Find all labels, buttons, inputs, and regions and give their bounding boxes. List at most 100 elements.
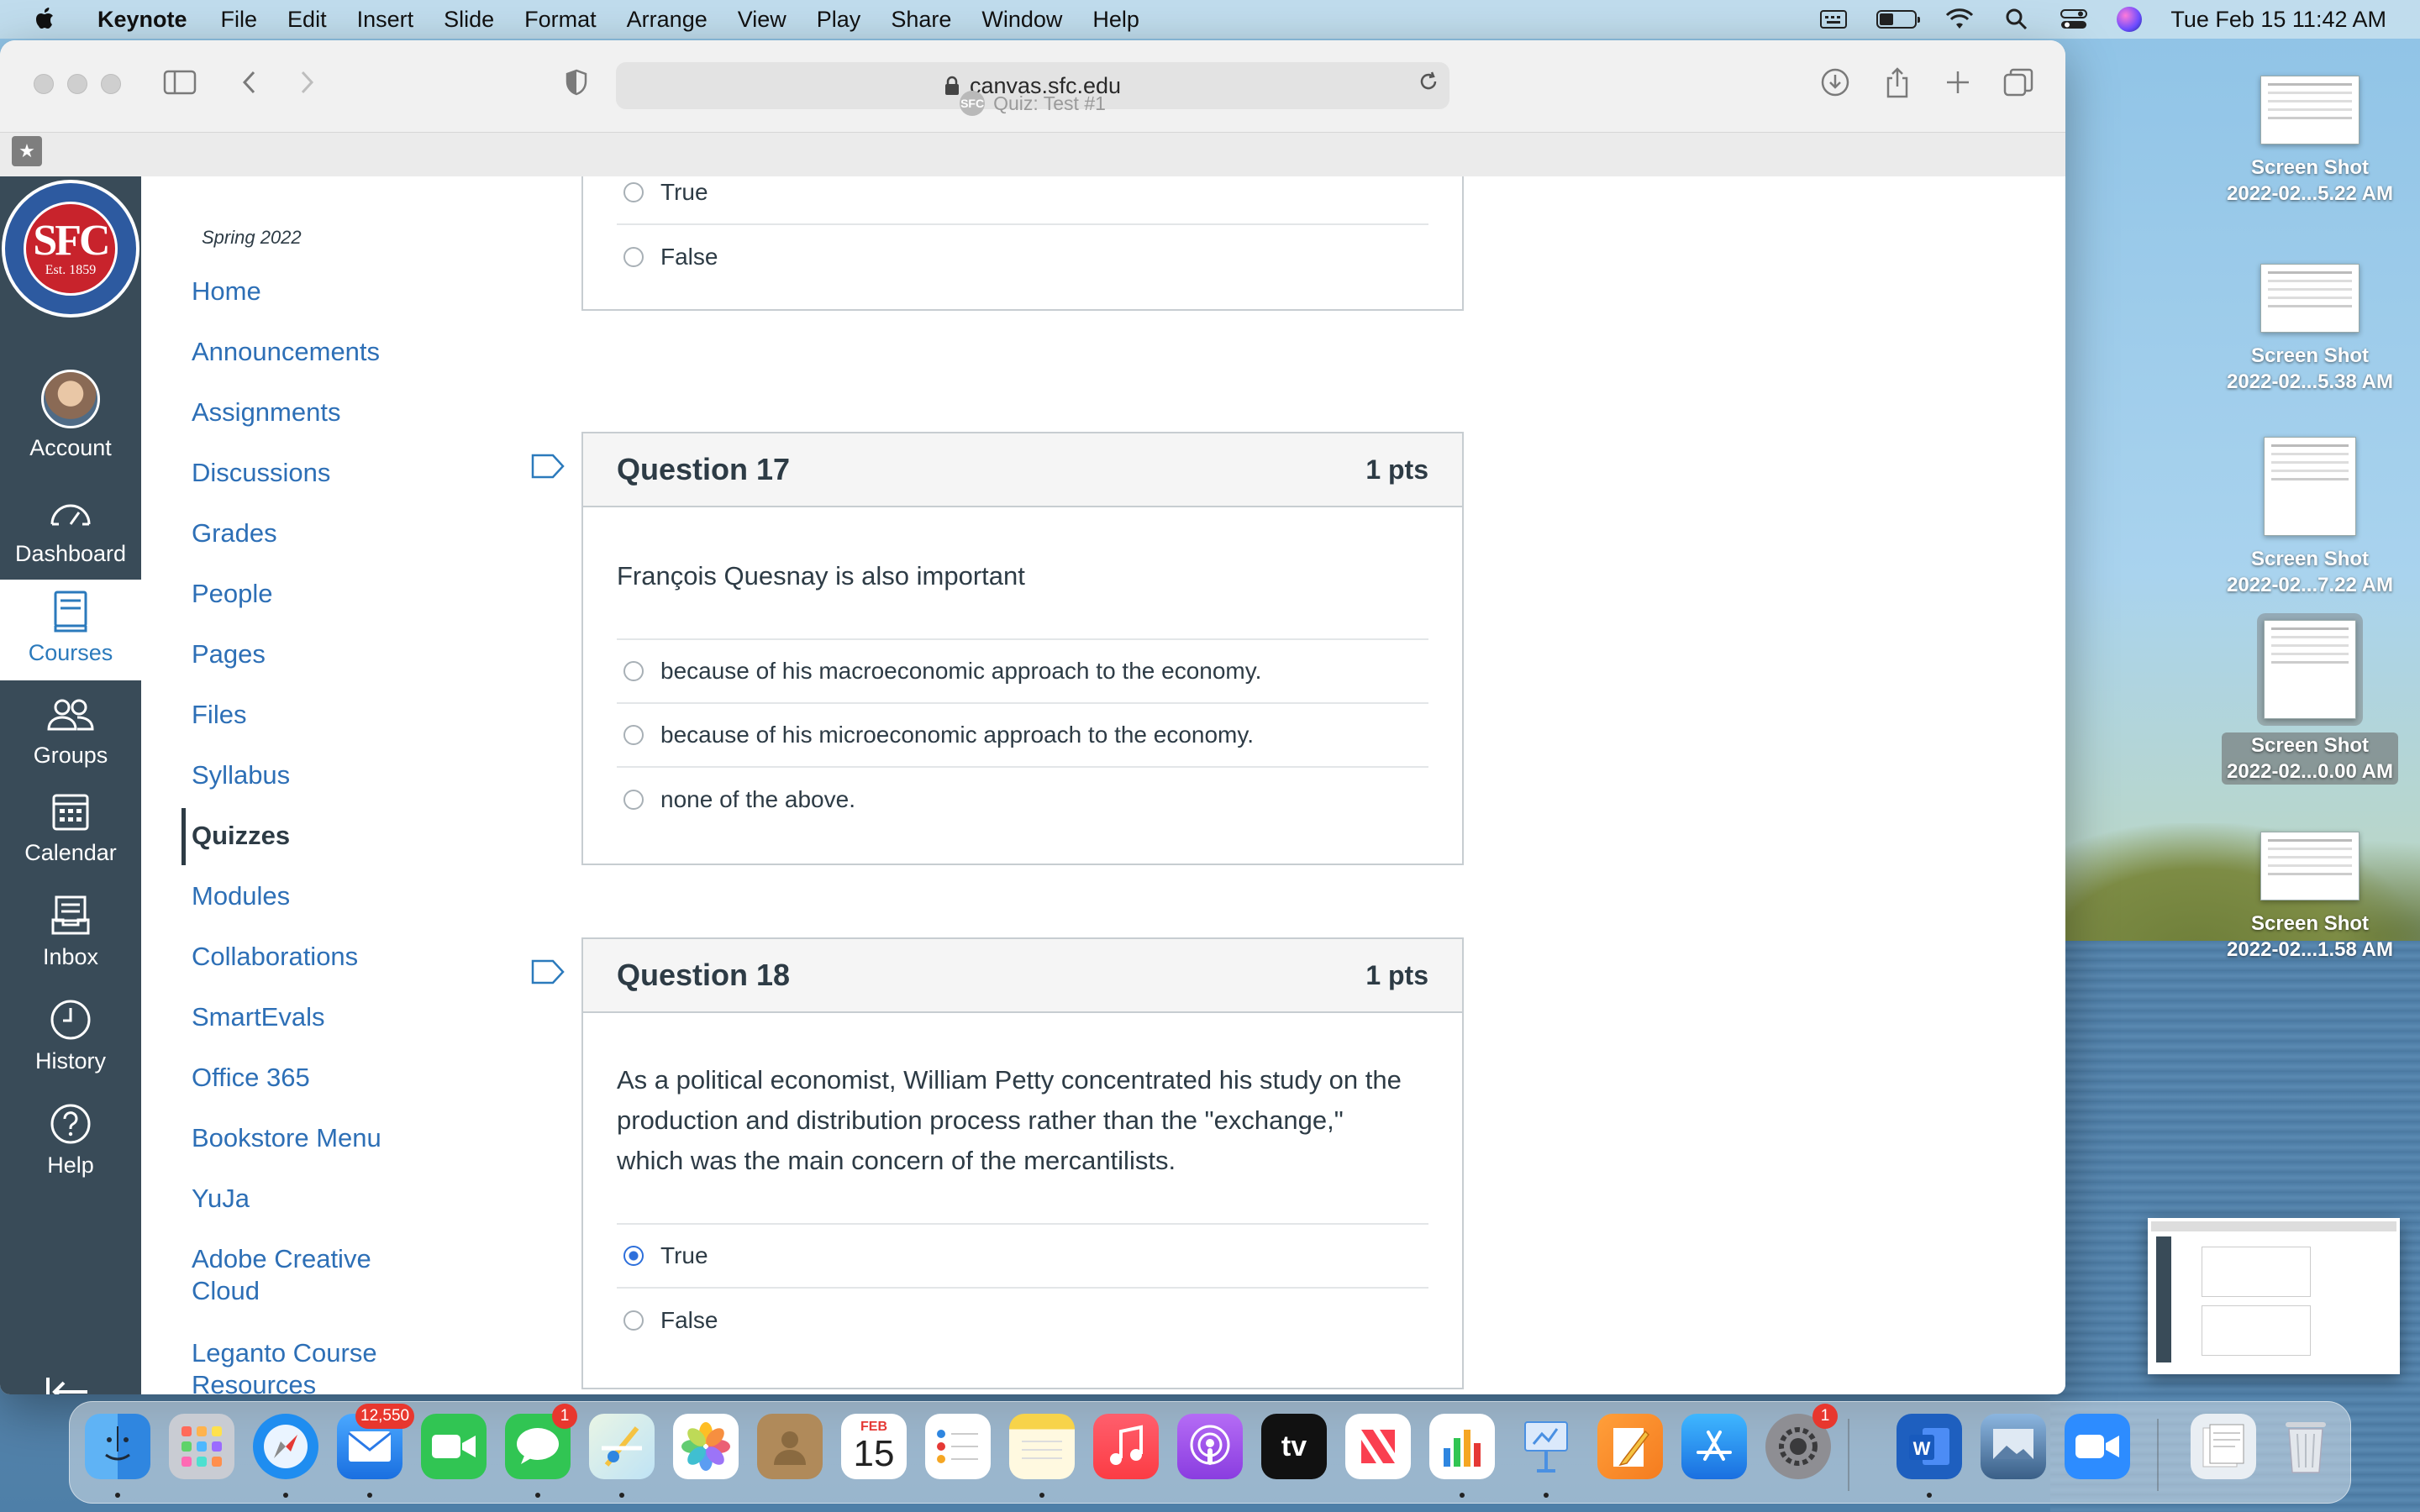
calendar-app-icon[interactable]: FEB 15 [841, 1414, 907, 1479]
trash-icon[interactable] [2273, 1414, 2338, 1479]
desktop-file[interactable]: Screen Shot 2022-02...5.38 AM [2213, 264, 2407, 395]
radio-button[interactable] [623, 725, 644, 745]
control-center-icon[interactable] [2060, 8, 2088, 30]
sfc-logo[interactable]: SFC Est. 1859 [2, 180, 139, 318]
wifi-icon[interactable] [1945, 8, 1974, 30]
course-nav-leganto[interactable]: Leganto Course [192, 1337, 377, 1369]
preview-icon[interactable] [1981, 1414, 2046, 1479]
radio-button[interactable] [623, 247, 644, 267]
course-nav-smartevals[interactable]: SmartEvals [192, 1001, 324, 1033]
menu-format[interactable]: Format [524, 7, 597, 33]
course-nav-home[interactable]: Home [192, 276, 261, 307]
course-nav-office-365[interactable]: Office 365 [192, 1062, 310, 1094]
running-indicator [1544, 1493, 1549, 1498]
music-note-icon[interactable] [1093, 1414, 1159, 1479]
course-nav-adobe-creative-cloud-line2[interactable]: Cloud [192, 1275, 260, 1307]
tab-title[interactable]: SFC Quiz: Test #1 [0, 91, 2065, 116]
menu-view[interactable]: View [738, 7, 786, 33]
keynote-podium-icon[interactable] [1513, 1414, 1579, 1479]
course-nav-announcements[interactable]: Announcements [192, 336, 380, 368]
menu-arrange[interactable]: Arrange [627, 7, 708, 33]
course-nav-modules[interactable]: Modules [192, 880, 290, 912]
course-nav-grades[interactable]: Grades [192, 517, 277, 549]
nav-dashboard[interactable]: Dashboard [0, 489, 141, 567]
menu-share[interactable]: Share [891, 7, 951, 33]
answer-option-selected[interactable]: True [617, 1225, 1428, 1289]
battery-icon[interactable] [1876, 10, 1921, 29]
menubar-clock[interactable]: Tue Feb 15 11:42 AM [2170, 7, 2386, 33]
finder-icon[interactable] [85, 1414, 150, 1479]
zoom-video-icon[interactable] [2065, 1414, 2130, 1479]
course-nav-bookstore-menu[interactable]: Bookstore Menu [192, 1122, 381, 1154]
launchpad-icon[interactable] [169, 1414, 234, 1479]
screenshot-floating-preview[interactable] [2148, 1218, 2400, 1374]
menu-file[interactable]: File [221, 7, 258, 33]
desktop-file[interactable]: Screen Shot 2022-02...1.58 AM [2213, 832, 2407, 963]
facetime-icon[interactable] [421, 1414, 487, 1479]
app-store-icon[interactable] [1681, 1414, 1747, 1479]
desktop-file[interactable]: Screen Shot 2022-02...5.22 AM [2213, 76, 2407, 207]
menu-help[interactable]: Help [1092, 7, 1139, 33]
radio-button[interactable] [623, 182, 644, 202]
menu-play[interactable]: Play [817, 7, 861, 33]
nav-groups[interactable]: Groups [0, 690, 141, 769]
course-nav-collaborations[interactable]: Collaborations [192, 941, 358, 973]
apple-tv-icon[interactable]: tv [1261, 1414, 1327, 1479]
answer-option[interactable]: True [617, 176, 1428, 225]
safari-compass-icon[interactable] [253, 1414, 318, 1479]
spotlight-search-icon[interactable] [2002, 8, 2031, 30]
pages-icon[interactable] [1597, 1414, 1663, 1479]
flag-question-icon[interactable] [531, 959, 565, 984]
numbers-chart-icon[interactable] [1429, 1414, 1495, 1479]
nav-help[interactable]: Help [0, 1100, 141, 1179]
apple-menu-icon[interactable] [34, 6, 64, 33]
bookmark-star-icon[interactable]: ★ [12, 136, 42, 166]
nav-calendar[interactable]: Calendar [0, 788, 141, 866]
siri-icon[interactable] [2117, 7, 2143, 32]
menu-edit[interactable]: Edit [287, 7, 327, 33]
answer-label: none of the above. [660, 786, 855, 812]
podcasts-icon[interactable] [1177, 1414, 1243, 1479]
collapse-nav-icon[interactable] [45, 1373, 91, 1394]
photos-icon[interactable] [673, 1414, 739, 1479]
answer-option[interactable]: because of his macroeconomic approach to… [617, 640, 1428, 704]
keyboard-input-icon[interactable] [1819, 8, 1848, 30]
course-nav-assignments[interactable]: Assignments [192, 396, 340, 428]
flag-question-icon[interactable] [531, 454, 565, 479]
notes-icon[interactable] [1009, 1414, 1075, 1479]
downloads-stack-icon[interactable] [2191, 1414, 2256, 1479]
answer-option[interactable]: because of his microeconomic approach to… [617, 704, 1428, 768]
app-name[interactable]: Keynote [97, 7, 187, 33]
course-nav-adobe-creative-cloud[interactable]: Adobe Creative [192, 1243, 371, 1275]
answer-option[interactable]: False [617, 225, 1428, 289]
radio-button[interactable] [623, 661, 644, 681]
news-icon[interactable] [1345, 1414, 1411, 1479]
course-nav-leganto-line2[interactable]: Resources [192, 1369, 316, 1394]
desktop-file[interactable]: Screen Shot 2022-02...7.22 AM [2213, 437, 2407, 598]
maps-icon[interactable] [589, 1414, 655, 1479]
contacts-icon[interactable] [757, 1414, 823, 1479]
course-nav-people[interactable]: People [192, 578, 273, 610]
menu-slide[interactable]: Slide [444, 7, 494, 33]
radio-button[interactable] [623, 1310, 644, 1331]
word-icon[interactable]: W [1897, 1414, 1962, 1479]
course-nav-discussions[interactable]: Discussions [192, 457, 330, 489]
menu-insert[interactable]: Insert [357, 7, 414, 33]
desktop-file-selected[interactable]: Screen Shot 2022-02...0.00 AM [2213, 613, 2407, 785]
course-nav-pages[interactable]: Pages [192, 638, 266, 670]
nav-inbox[interactable]: Inbox [0, 892, 141, 970]
reminders-icon[interactable] [925, 1414, 991, 1479]
answer-option[interactable]: none of the above. [617, 768, 1428, 832]
menu-window[interactable]: Window [981, 7, 1062, 33]
course-nav-quizzes[interactable]: Quizzes [192, 820, 290, 852]
answer-option[interactable]: False [617, 1289, 1428, 1352]
course-nav-syllabus[interactable]: Syllabus [192, 759, 290, 791]
nav-courses[interactable]: Courses [0, 580, 141, 680]
nav-account[interactable]: Account [0, 370, 141, 461]
course-nav-yuja[interactable]: YuJa [192, 1183, 250, 1215]
radio-button-checked[interactable] [623, 1246, 644, 1266]
course-nav-files[interactable]: Files [192, 699, 246, 731]
radio-button[interactable] [623, 790, 644, 810]
nav-history[interactable]: History [0, 996, 141, 1074]
groups-people-icon [47, 690, 94, 738]
